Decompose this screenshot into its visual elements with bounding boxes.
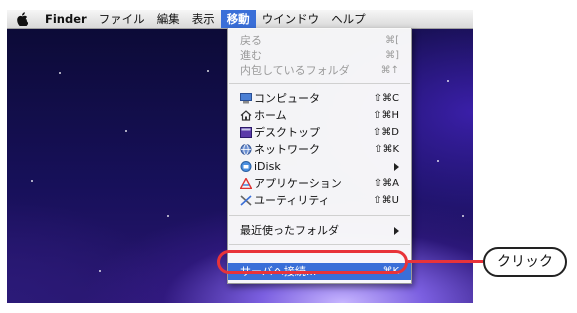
star [167, 215, 169, 217]
star [447, 80, 449, 82]
star [462, 215, 464, 217]
menu-item-label: ユーティリティ [254, 194, 330, 207]
menu-item-label: ホーム [254, 109, 287, 122]
star [437, 160, 439, 162]
submenu-arrow-icon [394, 163, 399, 171]
menu-finder[interactable]: Finder [39, 10, 93, 28]
menu-edit[interactable]: 編集 [151, 10, 186, 28]
callout-connector-line [408, 260, 483, 263]
computer-icon [240, 93, 252, 104]
menu-item-desktop[interactable]: デスクトップ ⇧⌘D [228, 124, 411, 141]
star [99, 270, 101, 272]
shortcut-label: ⇧⌘U [373, 195, 399, 206]
home-icon [240, 110, 252, 121]
menu-item-label: ネットワーク [254, 143, 320, 156]
shortcut-label: ⇧⌘K [374, 144, 399, 155]
star [125, 130, 127, 132]
menu-go[interactable]: 移動 [220, 10, 256, 28]
menu-item-utilities[interactable]: ユーティリティ ⇧⌘U [228, 192, 411, 209]
menu-separator [229, 215, 410, 216]
shortcut-label: ⇧⌘D [372, 127, 399, 138]
menu-item-label: 最近使ったフォルダ [240, 224, 339, 237]
callout-label: クリック [483, 247, 567, 277]
menu-item-label: 内包しているフォルダ [240, 64, 350, 77]
star [207, 70, 209, 72]
star [59, 72, 61, 74]
shortcut-label: ⇧⌘H [373, 110, 399, 121]
menu-help[interactable]: ヘルプ [325, 10, 372, 28]
menu-view[interactable]: 表示 [186, 10, 221, 28]
menu-separator [229, 244, 410, 245]
menu-item-network[interactable]: ネットワーク ⇧⌘K [228, 141, 411, 158]
shortcut-label: ⇧⌘C [373, 93, 399, 104]
menu-separator [229, 83, 410, 84]
menu-item-enclosing-folder[interactable]: 内包しているフォルダ ⌘↑ [228, 62, 411, 79]
network-icon [240, 144, 252, 155]
desktop-icon [240, 127, 252, 138]
highlight-ring [217, 250, 408, 274]
shortcut-label: ⌘↑ [380, 65, 399, 76]
shortcut-label: ⇧⌘A [373, 178, 399, 189]
menu-item-label: iDisk [254, 160, 281, 173]
submenu-arrow-icon [394, 227, 399, 235]
idisk-icon [240, 161, 252, 172]
menu-item-label: アプリケーション [254, 177, 342, 190]
menu-window[interactable]: ウインドウ [256, 10, 326, 28]
menu-item-label: コンピュータ [254, 92, 320, 105]
menu-file[interactable]: ファイル [93, 10, 151, 28]
utilities-icon [240, 195, 252, 206]
menu-item-label: デスクトップ [254, 126, 320, 139]
menu-item-applications[interactable]: アプリケーション ⇧⌘A [228, 175, 411, 192]
apple-logo-glyph [17, 12, 28, 26]
applications-icon [240, 178, 252, 189]
apple-icon[interactable] [15, 12, 29, 26]
go-menu-dropdown: 戻る ⌘[ 進む ⌘] 内包しているフォルダ ⌘↑ コンピュータ ⇧⌘C ホーム… [227, 28, 412, 284]
menu-item-recent-folders[interactable]: 最近使ったフォルダ [228, 222, 411, 239]
star [31, 180, 33, 182]
menu-item-home[interactable]: ホーム ⇧⌘H [228, 107, 411, 124]
menu-bar: Finder ファイル 編集 表示 移動 ウインドウ ヘルプ [7, 10, 473, 29]
menu-item-computer[interactable]: コンピュータ ⇧⌘C [228, 90, 411, 107]
menu-item-idisk[interactable]: iDisk [228, 158, 411, 175]
